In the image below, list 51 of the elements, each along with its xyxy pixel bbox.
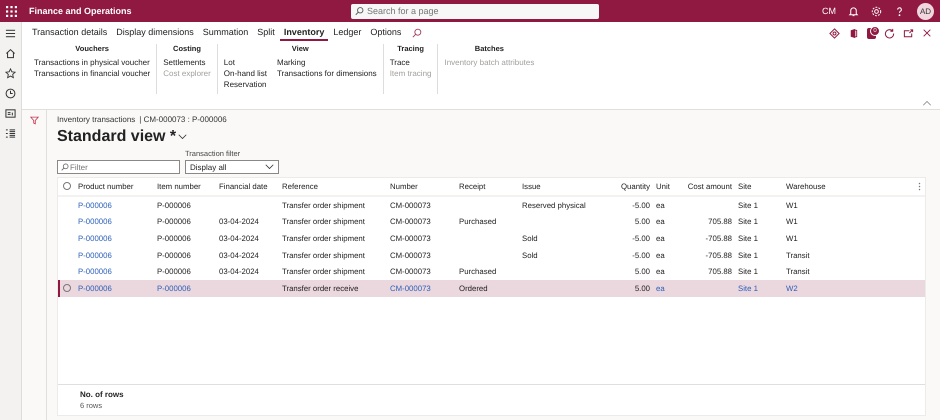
clock-icon[interactable]: [5, 88, 16, 99]
help-icon[interactable]: [894, 6, 905, 16]
collapse-icon[interactable]: [922, 100, 932, 106]
filter-field[interactable]: Filter: [57, 160, 180, 174]
company-selector[interactable]: CM: [822, 6, 836, 16]
row-select-radio[interactable]: [63, 284, 71, 292]
page-caption: Inventory transactions: [57, 115, 136, 124]
filter-icon[interactable]: [30, 116, 38, 125]
app-title: Finance and Operations: [29, 6, 133, 16]
refresh-icon[interactable]: [884, 28, 895, 38]
ribbon-command[interactable]: Trace: [390, 57, 432, 68]
ribbon-command[interactable]: Transactions for dimensions: [276, 68, 377, 79]
view-title[interactable]: Standard view *: [57, 128, 176, 146]
open-in-new-window-icon[interactable]: [903, 28, 914, 38]
row-count-label: No. of rows: [80, 390, 125, 399]
search-icon: [355, 6, 364, 16]
record-caption: | CM-000073 : P-000006: [139, 115, 227, 124]
ribbon-tab[interactable]: Transaction details: [28, 25, 112, 41]
user-avatar[interactable]: AD: [917, 2, 934, 20]
menu-icon[interactable]: [5, 28, 16, 39]
settings-icon[interactable]: [871, 6, 882, 16]
office-icon[interactable]: [848, 28, 859, 38]
ribbon-tab[interactable]: Ledger: [329, 25, 366, 41]
ribbon-command[interactable]: Marking: [276, 57, 377, 68]
list-icon[interactable]: [5, 128, 16, 139]
ribbon-command[interactable]: Lot: [224, 57, 267, 68]
more-options-icon[interactable]: [918, 182, 921, 191]
select-all-radio[interactable]: [63, 182, 71, 190]
close-icon[interactable]: [922, 28, 932, 38]
transaction-filter-dropdown[interactable]: Display all: [185, 160, 279, 174]
ribbon-command[interactable]: Settlements: [163, 57, 211, 68]
app-launcher-icon[interactable]: [6, 6, 17, 16]
bell-icon[interactable]: [848, 6, 859, 16]
chevron-down-icon: [265, 164, 274, 170]
workspace-icon[interactable]: [5, 108, 16, 119]
search-icon[interactable]: [412, 28, 422, 38]
ribbon-tab[interactable]: Summation: [198, 25, 252, 41]
ribbon-tab[interactable]: Options: [366, 25, 406, 41]
ribbon-command[interactable]: On-hand list: [224, 68, 267, 79]
ribbon-command[interactable]: Reservation: [224, 79, 267, 90]
diamond-icon[interactable]: [829, 28, 840, 38]
chevron-down-icon[interactable]: [178, 134, 188, 140]
star-icon[interactable]: [5, 68, 16, 79]
ribbon-tab[interactable]: Inventory: [280, 25, 328, 41]
ribbon-command[interactable]: Transactions in physical voucher: [34, 57, 150, 68]
ribbon-tab[interactable]: Split: [253, 25, 279, 41]
home-icon[interactable]: [5, 48, 16, 59]
search-icon: [61, 163, 69, 171]
search-field[interactable]: Search for a page: [351, 4, 599, 18]
ribbon-tab[interactable]: Display dimensions: [112, 25, 198, 41]
ribbon-command[interactable]: Transactions in financial voucher: [34, 68, 150, 79]
